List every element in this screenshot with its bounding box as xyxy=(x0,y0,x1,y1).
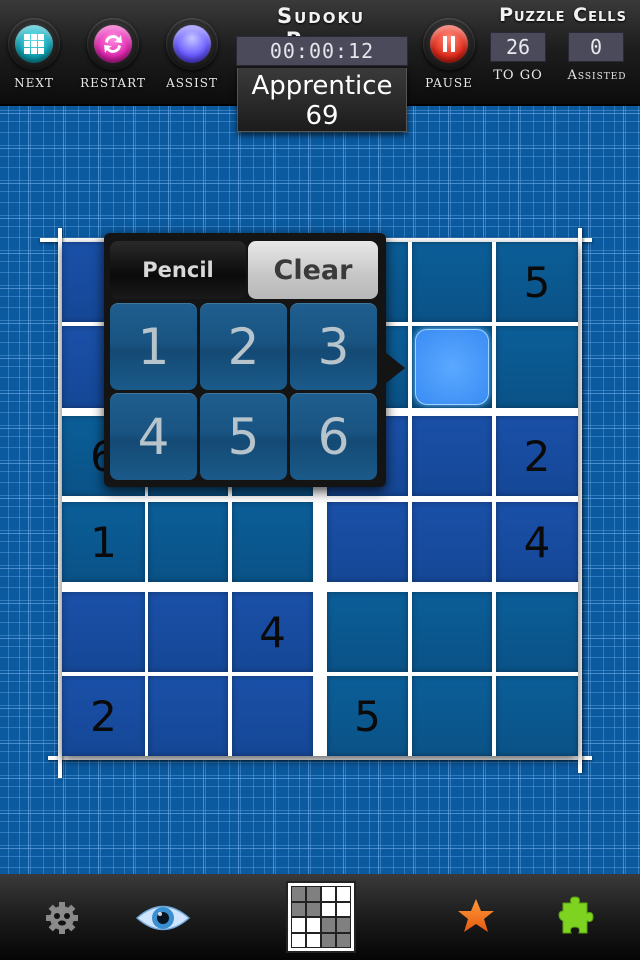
board-frame-right xyxy=(578,228,582,773)
board-cell-r3-c4[interactable] xyxy=(412,502,492,582)
board-cell-r2-c5[interactable]: 2 xyxy=(496,416,578,496)
assist-orb-icon xyxy=(173,25,211,63)
assist-button-ring xyxy=(166,18,218,70)
popover-arrow xyxy=(385,352,405,384)
board-frame-bottom xyxy=(48,756,592,760)
level-name: Apprentice xyxy=(251,71,393,101)
board-cell-r5-c2[interactable] xyxy=(232,676,313,756)
assisted-label: Assisted xyxy=(567,68,627,83)
board-cell-r5-c5[interactable] xyxy=(496,676,578,756)
cell-value: 4 xyxy=(523,517,551,567)
level-badge: Apprentice 69 xyxy=(237,68,407,132)
next-label: NEXT xyxy=(14,76,54,90)
pause-button-ring xyxy=(423,18,475,70)
board-cell-r3-c2[interactable] xyxy=(232,502,313,582)
restart-label: RESTART xyxy=(80,76,146,90)
gear-icon[interactable] xyxy=(42,898,82,938)
number-key-5[interactable]: 5 xyxy=(200,393,287,480)
next-button-ring xyxy=(8,18,60,70)
number-key-3[interactable]: 3 xyxy=(290,303,377,390)
star-icon[interactable] xyxy=(456,896,496,936)
board-cell-r4-c4[interactable] xyxy=(412,592,492,672)
number-popover: Pencil Clear 1 2 3 4 5 6 xyxy=(104,233,386,487)
eye-icon[interactable] xyxy=(134,900,192,936)
assist-button[interactable]: ASSIST xyxy=(164,18,220,90)
board-cell-r3-c0[interactable]: 1 xyxy=(62,502,145,582)
board-cell-r4-c3[interactable] xyxy=(327,592,408,672)
mini-grid-thumbnail xyxy=(286,881,356,953)
number-key-2[interactable]: 2 xyxy=(200,303,287,390)
grid-icon xyxy=(15,25,53,63)
board-cell-r3-c5[interactable]: 4 xyxy=(496,502,578,582)
number-key-1[interactable]: 1 xyxy=(110,303,197,390)
board-cell-r5-c1[interactable] xyxy=(148,676,228,756)
board-cell-r4-c0[interactable] xyxy=(62,592,145,672)
level-number: 69 xyxy=(305,101,339,131)
board-cell-r4-c5[interactable] xyxy=(496,592,578,672)
next-button[interactable]: NEXT xyxy=(6,18,62,90)
assist-label: ASSIST xyxy=(166,76,218,90)
puzzle-piece-icon[interactable] xyxy=(556,894,598,938)
board-cell-r0-c5[interactable]: 5 xyxy=(496,242,578,322)
to-go-label: TO GO xyxy=(493,68,543,83)
bottom-bar xyxy=(0,874,640,960)
cell-value: 5 xyxy=(523,257,551,307)
board-cell-r5-c3[interactable]: 5 xyxy=(327,676,408,756)
cell-value: 4 xyxy=(259,607,286,657)
cell-value: 5 xyxy=(354,691,381,741)
puzzle-cells-title: Puzzle Cells xyxy=(499,4,627,26)
cell-value: 1 xyxy=(90,517,117,567)
pencil-button[interactable]: Pencil xyxy=(110,241,246,299)
board-cell-r5-c0[interactable]: 2 xyxy=(62,676,145,756)
puzzle-grid-icon[interactable] xyxy=(286,880,356,954)
cell-value: 2 xyxy=(90,691,117,741)
number-key-4[interactable]: 4 xyxy=(110,393,197,480)
board-cell-r5-c4[interactable] xyxy=(412,676,492,756)
board-cell-r3-c3[interactable] xyxy=(327,502,408,582)
refresh-icon xyxy=(94,25,132,63)
restart-button[interactable]: RESTART xyxy=(80,18,146,90)
pause-label: PAUSE xyxy=(425,76,473,90)
number-key-6[interactable]: 6 xyxy=(290,393,377,480)
pause-button[interactable]: PAUSE xyxy=(421,18,477,90)
cell-value: 2 xyxy=(523,431,551,481)
board-cell-r0-c4[interactable] xyxy=(412,242,492,322)
restart-button-ring xyxy=(87,18,139,70)
timer: 00:00:12 xyxy=(236,36,408,66)
pause-icon xyxy=(430,25,468,63)
assisted-count: 0 xyxy=(568,32,624,62)
board-cell-r3-c1[interactable] xyxy=(148,502,228,582)
board-cell-r1-c5[interactable] xyxy=(496,326,578,408)
board-cell-r4-c2[interactable]: 4 xyxy=(232,592,313,672)
board-cell-r4-c1[interactable] xyxy=(148,592,228,672)
board-cell-r1-c4[interactable] xyxy=(412,326,492,408)
to-go-count: 26 xyxy=(490,32,546,62)
board-cell-r2-c4[interactable] xyxy=(412,416,492,496)
clear-button[interactable]: Clear xyxy=(248,241,378,299)
